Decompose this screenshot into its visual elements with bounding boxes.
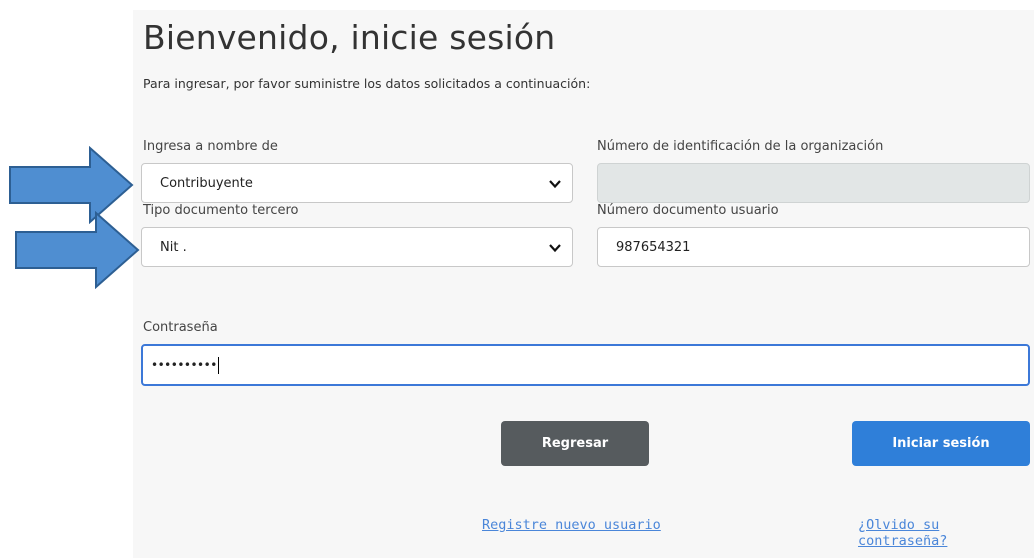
password-label: Contraseña <box>143 320 218 335</box>
user-doc-input[interactable]: 987654321 <box>597 227 1030 267</box>
login-button[interactable]: Iniciar sesión <box>852 421 1030 466</box>
user-doc-label: Número documento usuario <box>597 203 779 218</box>
text-cursor <box>217 356 219 374</box>
doc-type-value: Nit . <box>160 239 187 255</box>
entity-type-value: Contribuyente <box>160 175 253 191</box>
password-input[interactable]: •••••••••• <box>141 344 1030 386</box>
register-link[interactable]: Registre nuevo usuario <box>482 517 661 533</box>
password-value: •••••••••• <box>151 358 217 372</box>
chevron-down-icon <box>549 180 561 189</box>
page-title: Bienvenido, inicie sesión <box>143 18 556 57</box>
back-button[interactable]: Regresar <box>501 421 649 466</box>
entity-type-label: Ingresa a nombre de <box>143 139 278 154</box>
page-subtitle: Para ingresar, por favor suministre los … <box>143 76 591 91</box>
user-doc-value: 987654321 <box>616 239 691 255</box>
doc-type-label: Tipo documento tercero <box>143 203 299 218</box>
forgot-password-link[interactable]: ¿Olvido su contraseña? <box>858 517 1034 549</box>
chevron-down-icon <box>549 244 561 253</box>
org-id-label: Número de identificación de la organizac… <box>597 139 884 154</box>
entity-type-select[interactable]: Contribuyente <box>141 163 573 203</box>
annotation-arrow-icon <box>15 211 140 289</box>
login-panel <box>133 10 1034 558</box>
doc-type-select[interactable]: Nit . <box>141 227 573 267</box>
org-id-input <box>597 163 1030 203</box>
